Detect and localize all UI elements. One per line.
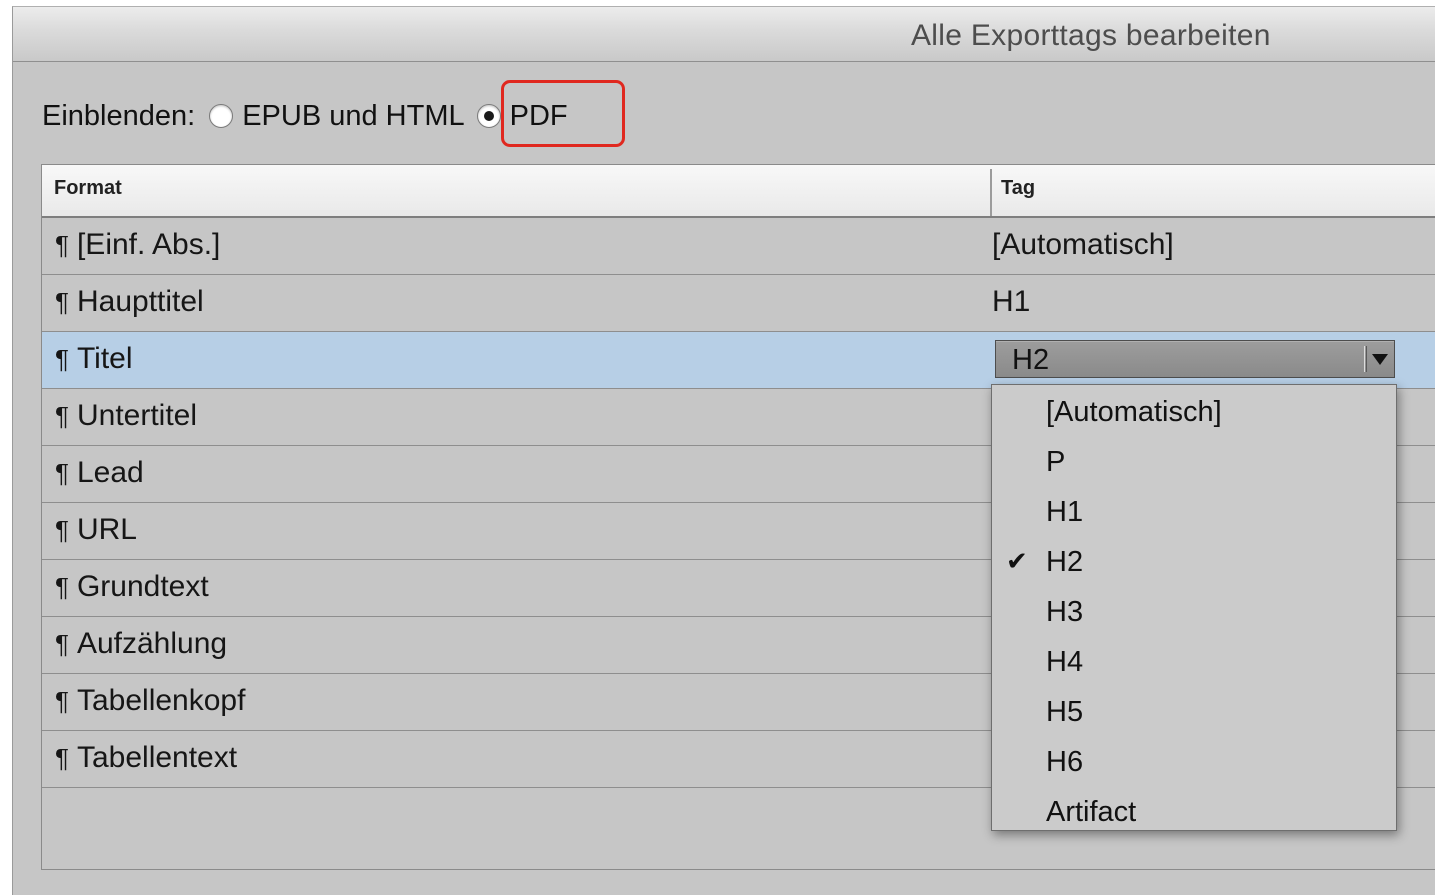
paragraph-style-icon: ¶ <box>55 287 69 317</box>
format-cell: ¶ Haupttitel <box>55 285 204 319</box>
paragraph-style-icon: ¶ <box>55 686 69 716</box>
menu-item-h3[interactable]: H3 <box>992 589 1396 639</box>
radio-button-pdf[interactable] <box>476 104 501 128</box>
radio-label-epub-html: EPUB und HTML <box>242 99 465 132</box>
menu-item-label: P <box>1046 446 1066 478</box>
menu-item-p[interactable]: P <box>992 439 1396 489</box>
format-cell: ¶ Tabellenkopf <box>55 684 245 718</box>
menu-item-h1[interactable]: H1 <box>992 489 1396 539</box>
tag-select[interactable]: H2 <box>995 340 1395 378</box>
format-name: Haupttitel <box>76 285 204 318</box>
dialog-title: Alle Exporttags bearbeiten <box>911 19 1271 52</box>
menu-item-label: H6 <box>1046 746 1084 778</box>
menu-item-label: H1 <box>1046 496 1084 528</box>
menu-item-label: H2 <box>1046 546 1084 578</box>
paragraph-style-icon: ¶ <box>55 515 69 545</box>
table-row-selected[interactable]: ¶ Titel H2 <box>42 332 1435 389</box>
menu-item-h5[interactable]: H5 <box>992 689 1396 739</box>
format-name: URL <box>76 513 137 546</box>
column-header-format[interactable]: Format <box>54 177 122 200</box>
menu-item-label: H4 <box>1046 646 1084 678</box>
pdf-highlight-annotation <box>501 80 625 147</box>
paragraph-style-icon: ¶ <box>55 629 69 659</box>
radio-button-epub-html[interactable] <box>209 104 234 128</box>
format-name: Titel <box>76 342 133 375</box>
menu-item-label: H3 <box>1046 596 1084 628</box>
paragraph-style-icon: ¶ <box>55 344 69 374</box>
menu-item-h4[interactable]: H4 <box>992 639 1396 689</box>
menu-item-label: H5 <box>1046 696 1084 728</box>
show-filter: Einblenden: EPUB und HTML PDF <box>42 96 580 136</box>
format-cell: ¶ Aufzählung <box>55 627 227 661</box>
format-cell: ¶ URL <box>55 513 137 547</box>
format-name: Aufzählung <box>76 627 228 660</box>
format-name: Untertitel <box>76 399 198 432</box>
format-cell: ¶ [Einf. Abs.] <box>55 228 220 262</box>
table-header: Format Tag <box>42 165 1435 218</box>
format-name: Grundtext <box>76 570 209 603</box>
paragraph-style-icon: ¶ <box>55 572 69 602</box>
tag-cell[interactable]: [Automatisch] <box>992 228 1174 262</box>
tag-select-value: H2 <box>1012 344 1050 376</box>
column-divider[interactable] <box>990 169 992 216</box>
column-header-tag[interactable]: Tag <box>1001 177 1035 200</box>
paragraph-style-icon: ¶ <box>55 230 69 260</box>
paragraph-style-icon: ¶ <box>55 401 69 431</box>
paragraph-style-icon: ¶ <box>55 458 69 488</box>
format-cell: ¶ Grundtext <box>55 570 209 604</box>
menu-item-artifact[interactable]: Artifact <box>992 789 1396 839</box>
format-cell: ¶ Untertitel <box>55 399 197 433</box>
menu-item-label: Artifact <box>1046 796 1137 828</box>
tag-cell[interactable]: H1 <box>992 285 1030 319</box>
table-row[interactable]: ¶ [Einf. Abs.] [Automatisch] <box>42 218 1435 275</box>
format-name: Tabellenkopf <box>76 684 246 717</box>
menu-item-h2[interactable]: ✔ H2 <box>992 539 1396 589</box>
format-name: [Einf. Abs.] <box>76 228 221 261</box>
format-name: Lead <box>76 456 144 489</box>
menu-item-automatisch[interactable]: [Automatisch] <box>992 389 1396 439</box>
menu-item-h6[interactable]: H6 <box>992 739 1396 789</box>
menu-item-label: [Automatisch] <box>1046 396 1222 428</box>
format-cell: ¶ Lead <box>55 456 144 490</box>
chevron-down-icon[interactable] <box>1372 354 1388 365</box>
tag-dropdown-menu: [Automatisch] P H1 ✔ H2 H3 H4 H5 H6 Arti… <box>991 384 1397 831</box>
select-divider <box>1364 346 1367 372</box>
checkmark-icon: ✔ <box>1006 546 1028 576</box>
radio-epub-html[interactable]: EPUB und HTML <box>209 99 465 133</box>
show-label: Einblenden: <box>42 99 196 132</box>
paragraph-style-icon: ¶ <box>55 743 69 773</box>
table-row[interactable]: ¶ Haupttitel H1 <box>42 275 1435 332</box>
format-name: Tabellentext <box>76 741 238 774</box>
format-cell: ¶ Titel <box>55 342 133 376</box>
title-bar: Alle Exporttags bearbeiten <box>13 7 1435 62</box>
format-cell: ¶ Tabellentext <box>55 741 237 775</box>
